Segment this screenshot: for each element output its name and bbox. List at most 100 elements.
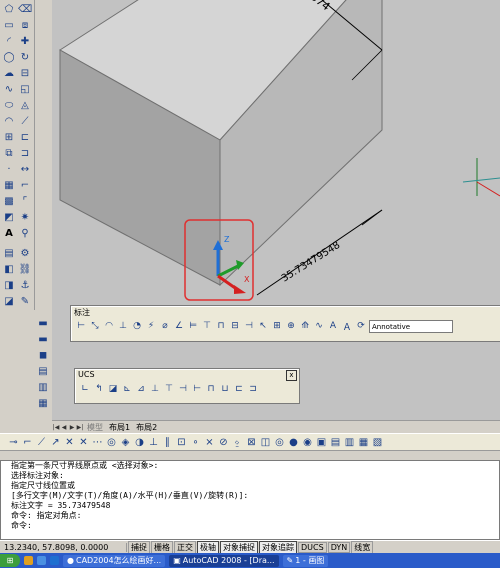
render-icon[interactable]: ◉ [302, 437, 313, 448]
tool-f-icon[interactable]: ▦ [36, 396, 50, 410]
iso-view2-icon[interactable]: ▧ [372, 437, 383, 448]
side-view-icon[interactable]: ▥ [344, 437, 355, 448]
jogged-icon[interactable]: ⚡ [145, 320, 157, 332]
join-icon[interactable]: ⌜ [18, 194, 32, 208]
ordinate-icon[interactable]: ⊥ [117, 320, 129, 332]
dim-update-icon[interactable]: ⟳ [355, 320, 367, 332]
cylinder-icon[interactable]: ◎ [274, 437, 285, 448]
snap-quad-icon[interactable]: ◈ [120, 437, 131, 448]
continue-icon[interactable]: ⊓ [215, 320, 227, 332]
snap-none-icon[interactable]: ⊘ [218, 437, 229, 448]
baseline-icon[interactable]: ⊤ [201, 320, 213, 332]
ucs-apply-icon[interactable]: ⊏ [233, 383, 245, 395]
command-prompt[interactable]: 命令: [1, 521, 499, 531]
layer3-icon[interactable]: ◪ [2, 294, 16, 308]
angular-icon[interactable]: ∠ [173, 320, 185, 332]
ucs-world-icon[interactable]: ∟ [79, 383, 91, 395]
polyline-icon[interactable]: ⌐ [22, 437, 33, 448]
copy-icon[interactable]: ⧈ [18, 18, 32, 32]
extend-icon[interactable]: ↔ [18, 162, 32, 176]
snap-tangent-icon[interactable]: ◑ [134, 437, 145, 448]
ucs-object-icon[interactable]: ⊾ [121, 383, 133, 395]
linear-dim-icon[interactable]: ⊢ [75, 320, 87, 332]
diameter-icon[interactable]: ⌀ [159, 320, 171, 332]
ucs-face-icon[interactable]: ◪ [107, 383, 119, 395]
region-icon[interactable]: ◩ [2, 210, 16, 224]
tool-e-icon[interactable]: ▥ [36, 380, 50, 394]
snap-circle-icon[interactable]: ◎ [106, 437, 117, 448]
erase-icon[interactable]: ⌫ [18, 2, 32, 16]
ucs-float-toolbar[interactable]: UCS x ∟ ↰ ◪ ⊾ ⊿ ⊥ ⊤ ⊣ ⊢ ⊓ ⊔ ⊏ ⊐ [74, 368, 300, 404]
hook-icon[interactable]: ⚓ [18, 278, 32, 292]
ucs-origin-icon[interactable]: ⊥ [149, 383, 161, 395]
layer-icon[interactable]: ◧ [2, 262, 16, 276]
properties-icon[interactable]: ⚲ [18, 226, 32, 240]
coordinate-readout[interactable]: 13.2340, 57.8098, 0.0000 [0, 543, 127, 552]
dim-space-icon[interactable]: ⊟ [229, 320, 241, 332]
osnap-settings-icon[interactable]: ⍚ [232, 437, 243, 448]
quick-dim-icon[interactable]: ⊨ [187, 320, 199, 332]
xline-icon[interactable]: ⟋ [36, 437, 47, 448]
snap-perp-icon[interactable]: ⊥ [148, 437, 159, 448]
tool-a-icon[interactable]: ▬ [36, 316, 50, 330]
table-icon[interactable]: ▤ [2, 246, 16, 260]
taskbar-item-paint[interactable]: ✎ 1 - 画图 [282, 554, 329, 567]
dim-break-icon[interactable]: ⊣ [243, 320, 255, 332]
explode-icon[interactable]: ✷ [18, 210, 32, 224]
iso-view-icon[interactable]: ▦ [358, 437, 369, 448]
inspect-icon[interactable]: ⟰ [299, 320, 311, 332]
ucs-view-icon[interactable]: ⊿ [135, 383, 147, 395]
jog-linear-icon[interactable]: ∿ [313, 320, 325, 332]
tab-layout1[interactable]: 布局1 [106, 422, 133, 433]
ellipse-icon[interactable]: ⬭ [2, 98, 16, 112]
ucs-prev-icon[interactable]: ↰ [93, 383, 105, 395]
tool-d-icon[interactable]: ▤ [36, 364, 50, 378]
line-icon[interactable]: ⊸ [8, 437, 19, 448]
dim-text-edit-icon[interactable]: Ａ [341, 320, 353, 333]
rotate-icon[interactable]: ◬ [18, 98, 32, 112]
dash-icon[interactable]: ⋯ [92, 437, 103, 448]
link-icon[interactable]: ⛓ [18, 262, 32, 276]
quicklaunch-explorer-icon[interactable] [37, 556, 46, 565]
revcloud-icon[interactable]: ☁ [2, 66, 16, 80]
stretch-icon[interactable]: ⊏ [18, 130, 32, 144]
snap-near-icon[interactable]: ⨯ [204, 437, 215, 448]
command-window[interactable]: 指定第一条尺寸界线原点或 <选择对象>: 选择标注对象: 指定尺寸线位置或 [多… [0, 460, 500, 540]
match-icon[interactable]: ⚙ [18, 246, 32, 260]
offset-icon[interactable]: ↻ [18, 50, 32, 64]
tab-nav-first[interactable]: |◀ [52, 423, 60, 431]
ellipse-arc-icon[interactable]: ◠ [2, 114, 16, 128]
status-dyn-button[interactable]: DYN [327, 542, 351, 553]
rectangle-icon[interactable]: ▭ [2, 18, 16, 32]
spline-icon[interactable]: ∿ [2, 82, 16, 96]
ortho-view-icon[interactable]: ▣ [316, 437, 327, 448]
ucs-zaxis-icon[interactable]: ⊤ [163, 383, 175, 395]
break-icon[interactable]: ⌐ [18, 178, 32, 192]
center-mark-icon[interactable]: ⊕ [285, 320, 297, 332]
ucs-manager-icon[interactable]: ⊐ [247, 383, 259, 395]
dim-edit-icon[interactable]: A [327, 320, 339, 332]
cube-icon[interactable]: ◫ [260, 437, 271, 448]
dim-style-select[interactable]: Annotative [369, 320, 453, 333]
aligned-dim-icon[interactable]: ⤡ [89, 320, 101, 332]
ucs-x-icon[interactable]: ⊢ [191, 383, 203, 395]
tab-nav-last[interactable]: ▶| [76, 423, 84, 431]
gradient-icon[interactable]: ▩ [2, 194, 16, 208]
insert-block-icon[interactable]: ⊞ [2, 130, 16, 144]
tolerance-icon[interactable]: ⊞ [271, 320, 283, 332]
tab-model[interactable]: 模型 [84, 422, 106, 433]
make-block-icon[interactable]: ⧉ [2, 146, 16, 160]
point-icon[interactable]: · [2, 162, 16, 176]
taskbar-item-browser[interactable]: ● CAD2004怎么绘画好... [63, 554, 166, 567]
front-view-icon[interactable]: ▤ [330, 437, 341, 448]
tab-layout2[interactable]: 布局2 [133, 422, 160, 433]
arc-icon[interactable]: ◜ [2, 34, 16, 48]
tool-b-icon[interactable]: ▬ [36, 332, 50, 346]
tab-nav-next[interactable]: ▶ [68, 423, 76, 431]
ucs-3point-icon[interactable]: ⊣ [177, 383, 189, 395]
dimension-float-toolbar[interactable]: 标注 ⊢ ⤡ ◠ ⊥ ◔ ⚡ ⌀ ∠ ⊨ ⊤ ⊓ ⊟ ⊣ ↖ ⊞ ⊕ ⟰ ∿ A… [70, 305, 500, 342]
arc-length-icon[interactable]: ◠ [103, 320, 115, 332]
ucs-close-button[interactable]: x [286, 370, 297, 381]
cross2-icon[interactable]: ✕ [78, 437, 89, 448]
cross-icon[interactable]: ✕ [64, 437, 75, 448]
